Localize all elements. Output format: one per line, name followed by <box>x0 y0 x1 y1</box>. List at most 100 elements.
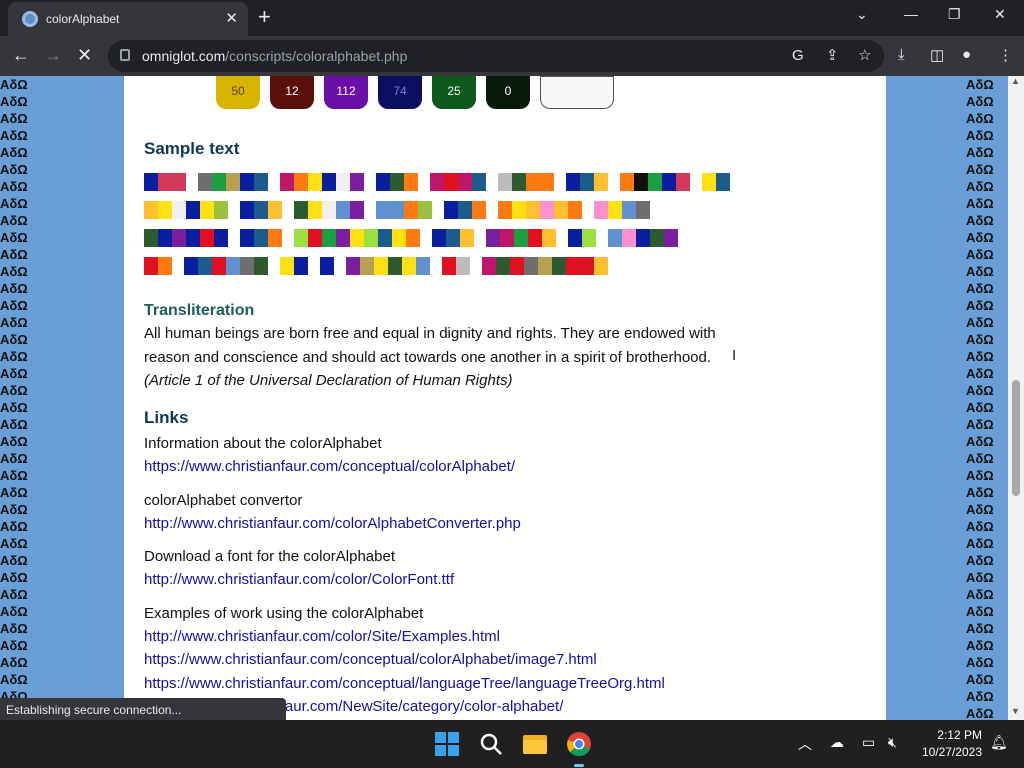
forward-icon[interactable]: → <box>44 45 62 66</box>
chrome-icon[interactable] <box>566 731 592 757</box>
left-decorative-strip: AδΩ AδΩ AδΩ AδΩ AδΩ AδΩ AδΩ AδΩ AδΩ AδΩ … <box>0 77 28 720</box>
tray-overflow-chevron-icon[interactable]: ︿ <box>798 734 812 754</box>
color-letter-block <box>294 201 308 219</box>
share-icon[interactable]: ⇪ <box>826 46 839 64</box>
link-group-label: colorAlphabet convertor <box>144 491 303 509</box>
file-explorer-icon[interactable] <box>522 731 548 757</box>
color-letter-block <box>636 229 650 247</box>
transliteration-line-1: All human beings are born free and equal… <box>144 325 716 342</box>
color-letter-block <box>390 173 404 191</box>
palette-swatch-value: 25 <box>447 84 461 98</box>
restore-icon[interactable]: ❐ <box>948 6 961 23</box>
transliteration-line-2: reason and conscience and should act tow… <box>144 349 712 366</box>
google-lens-icon[interactable]: G <box>792 47 804 64</box>
url-text[interactable]: omniglot.com/conscripts/coloralphabet.ph… <box>142 48 407 64</box>
color-letter-block <box>212 173 226 191</box>
browser-tab[interactable]: colorAlphabet ✕ <box>8 2 248 36</box>
color-letter-block <box>240 257 254 275</box>
article-content: 50 12 112 74 25 0 Sample text Transliteration… <box>124 76 886 720</box>
color-letter-block <box>540 173 554 191</box>
color-letter-block <box>198 257 212 275</box>
color-letter-block <box>144 257 158 275</box>
color-letter-block <box>322 201 336 219</box>
color-letter-block <box>214 229 228 247</box>
external-link[interactable]: https://www.christianfaur.com/conceptual… <box>144 458 515 475</box>
profile-icon[interactable]: ● <box>962 46 971 63</box>
onedrive-icon[interactable]: ☁ <box>830 734 844 751</box>
back-icon[interactable]: ← <box>12 45 30 66</box>
color-letter-block <box>702 173 716 191</box>
close-tab-icon[interactable]: ✕ <box>225 9 238 27</box>
notification-bell-icon[interactable]: 🔔︎ <box>990 734 1008 751</box>
color-letter-block <box>676 173 690 191</box>
download-icon[interactable]: ⤓ <box>898 46 905 63</box>
external-link[interactable]: https://www.christianfaur.com/conceptual… <box>144 651 597 668</box>
external-link[interactable]: http://www.christianfaur.com/colorAlphab… <box>144 515 521 532</box>
color-letter-block <box>634 173 648 191</box>
palette-swatch <box>540 76 614 109</box>
scrollbar-thumb[interactable] <box>1012 380 1020 496</box>
page-scrollbar[interactable]: ▲ ▼ <box>1008 76 1024 720</box>
color-letter-block <box>460 229 474 247</box>
clock-time[interactable]: 2:12 PM <box>924 728 982 742</box>
color-letter-block <box>280 173 294 191</box>
palette-swatch: 112 <box>324 76 368 109</box>
color-letter-block <box>568 201 582 219</box>
clock-date[interactable]: 10/27/2023 <box>918 745 982 759</box>
color-letter-block <box>594 173 608 191</box>
minimize-icon[interactable]: — <box>904 6 918 22</box>
color-letter-block <box>240 201 254 219</box>
external-link[interactable]: http://www.christianfaur.com/color/Color… <box>144 571 454 588</box>
windows-start-icon[interactable] <box>434 731 460 757</box>
active-app-indicator <box>574 764 584 767</box>
color-letter-block <box>280 257 294 275</box>
color-letter-block <box>336 173 350 191</box>
close-window-icon[interactable]: ✕ <box>994 6 1006 23</box>
palette-swatch: 25 <box>432 76 476 109</box>
color-letter-block <box>378 229 392 247</box>
color-letter-block <box>444 201 458 219</box>
color-letter-block <box>540 201 554 219</box>
color-letter-block <box>482 257 496 275</box>
search-icon[interactable] <box>478 731 504 757</box>
color-letter-block <box>528 229 542 247</box>
color-letter-block <box>172 229 186 247</box>
color-letter-block <box>388 257 402 275</box>
tab-search-chevron-icon[interactable]: ⌄ <box>856 6 868 23</box>
bookmark-star-icon[interactable]: ☆ <box>858 46 871 64</box>
color-letter-block <box>336 201 350 219</box>
color-letter-block <box>416 257 430 275</box>
color-letter-block <box>158 201 172 219</box>
color-letter-block <box>542 229 556 247</box>
color-letter-block <box>402 257 416 275</box>
new-tab-icon[interactable]: + <box>258 4 271 30</box>
color-letter-block <box>158 173 172 191</box>
color-letter-block <box>662 173 676 191</box>
color-letter-block <box>486 229 500 247</box>
address-bar[interactable]: omniglot.com/conscripts/coloralphabet.ph… <box>108 40 884 72</box>
color-letter-block <box>580 257 594 275</box>
color-letter-block <box>554 201 568 219</box>
color-letter-block <box>622 201 636 219</box>
color-letter-block <box>254 257 268 275</box>
color-letter-block <box>650 229 664 247</box>
color-letter-block <box>404 201 418 219</box>
menu-icon[interactable]: ⋮ <box>998 46 1013 64</box>
network-icon[interactable]: ▭ <box>862 734 875 751</box>
external-link[interactable]: https://www.christianfaur.com/conceptual… <box>144 675 665 692</box>
color-letter-block <box>144 229 158 247</box>
scroll-up-icon[interactable]: ▲ <box>1011 76 1020 86</box>
side-panel-icon[interactable]: ◫ <box>930 46 944 64</box>
lock-icon[interactable] <box>120 49 130 61</box>
color-letter-block <box>240 173 254 191</box>
palette-swatch-value: 0 <box>504 84 512 98</box>
scroll-down-icon[interactable]: ▼ <box>1011 706 1020 716</box>
color-letter-block <box>432 229 446 247</box>
palette-swatch-value: 50 <box>231 84 245 98</box>
color-letter-block <box>294 257 308 275</box>
external-link[interactable]: http://www.christianfaur.com/color/Site/… <box>144 628 500 645</box>
stop-loading-icon[interactable]: ✕ <box>77 45 92 66</box>
color-letter-block <box>350 173 364 191</box>
volume-muted-icon[interactable]: 🔇︎ <box>888 734 897 751</box>
color-letter-block <box>510 257 524 275</box>
